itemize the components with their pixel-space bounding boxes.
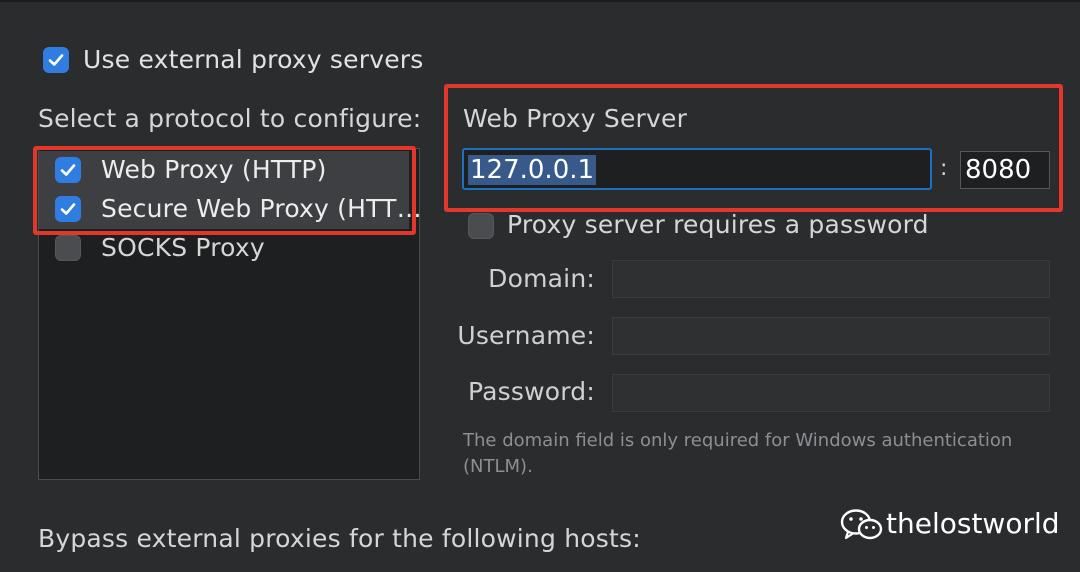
window-top-edge (0, 0, 1080, 2)
checkmark-icon (48, 54, 64, 66)
protocol-section-label: Select a protocol to configure: (38, 104, 422, 133)
requires-password-checkbox[interactable] (468, 213, 494, 239)
use-external-proxy-checkbox[interactable] (43, 47, 69, 73)
protocol-highlight-box (33, 146, 416, 235)
password-label: Password: (468, 377, 595, 406)
domain-input[interactable] (612, 260, 1050, 298)
socks-proxy-checkbox[interactable] (55, 235, 81, 261)
password-input[interactable] (612, 374, 1050, 412)
watermark-text: thelostworld (886, 507, 1060, 540)
socks-proxy-label: SOCKS Proxy (101, 233, 265, 262)
requires-password-label: Proxy server requires a password (507, 210, 929, 239)
bypass-hosts-label: Bypass external proxies for the followin… (38, 524, 641, 553)
server-highlight-box (444, 84, 1063, 212)
domain-hint-text: The domain field is only required for Wi… (463, 430, 1013, 477)
domain-label: Domain: (488, 264, 595, 293)
username-input[interactable] (612, 317, 1050, 355)
username-label: Username: (457, 321, 595, 350)
wechat-icon (840, 509, 883, 540)
use-external-proxy-label: Use external proxy servers (83, 45, 424, 74)
